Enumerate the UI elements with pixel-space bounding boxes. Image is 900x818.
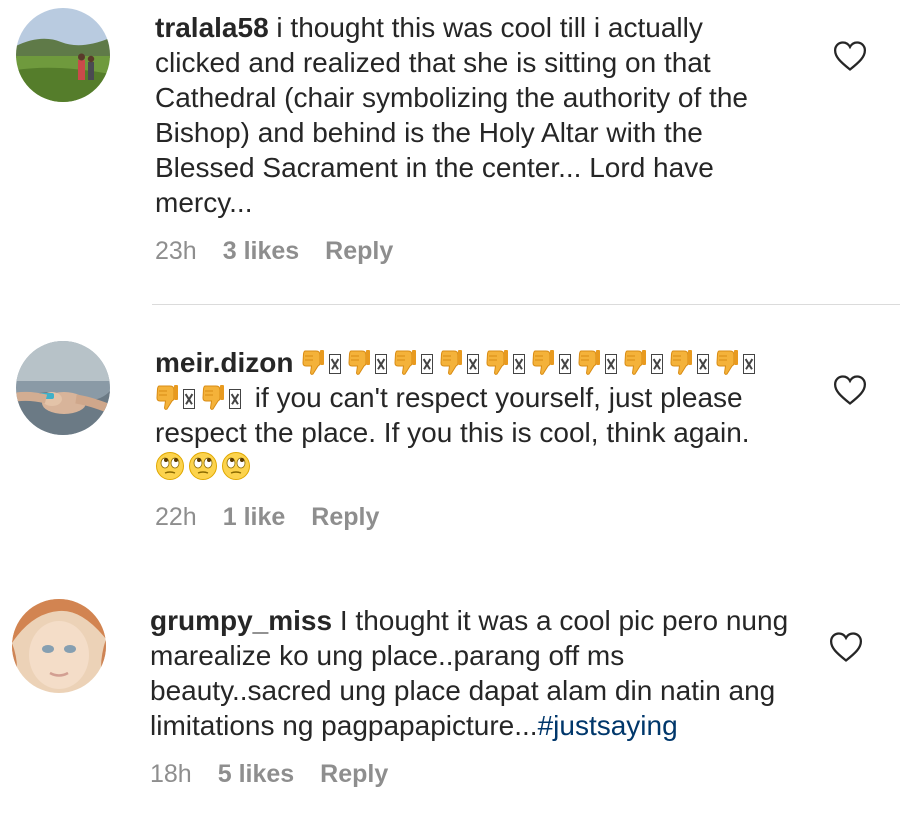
thumbs-down-icon (486, 350, 509, 375)
heart-outline-icon[interactable] (829, 631, 863, 663)
missing-glyph-icon (743, 354, 756, 374)
avatar[interactable] (12, 599, 106, 693)
missing-glyph-icon (329, 354, 342, 374)
thumbs-down-emoji-group (301, 347, 761, 378)
comment-item: grumpy_miss I thought it was a cool pic … (0, 565, 900, 818)
thumbs-down-icon (202, 385, 224, 410)
comment-meta: 18h 5 likes Reply (150, 760, 414, 789)
thumbs-down-icon (156, 385, 178, 410)
likes-count[interactable]: 1 like (223, 503, 286, 531)
rolling-eyes-icon (189, 452, 217, 480)
likes-count[interactable]: 3 likes (223, 237, 299, 265)
thumbs-down-icon (302, 350, 325, 375)
comment-text: meir.dizon if you can't respect yourself… (155, 345, 800, 485)
comment-username[interactable]: grumpy_miss (150, 605, 332, 636)
missing-glyph-icon (559, 354, 572, 374)
rolling-eyes-icon (156, 452, 184, 480)
comment-time: 18h (150, 760, 192, 788)
comment-username[interactable]: tralala58 (155, 12, 269, 43)
heart-outline-icon[interactable] (833, 40, 867, 72)
missing-glyph-icon (375, 354, 388, 374)
hashtag-link[interactable]: #justsaying (538, 710, 678, 741)
comment-time: 22h (155, 503, 197, 531)
reply-button[interactable]: Reply (311, 503, 379, 531)
avatar[interactable] (16, 341, 110, 435)
heart-outline-icon[interactable] (833, 374, 867, 406)
comment-meta: 22h 1 like Reply (155, 503, 405, 532)
thumbs-down-icon (578, 350, 601, 375)
missing-glyph-icon (513, 354, 526, 374)
missing-glyph-icon (229, 389, 241, 409)
thumbs-down-emoji-group (155, 382, 247, 413)
face-portrait-avatar (12, 599, 106, 693)
missing-glyph-icon (697, 354, 710, 374)
comment-text: tralala58 i thought this was cool till i… (155, 10, 795, 220)
comment-item: meir.dizon if you can't respect yourself… (0, 305, 900, 565)
thumbs-down-icon (394, 350, 417, 375)
comment-meta: 23h 3 likes Reply (155, 237, 419, 266)
rolling-eyes-icon (222, 452, 250, 480)
avatar[interactable] (16, 8, 110, 102)
comment-time: 23h (155, 237, 197, 265)
missing-glyph-icon (605, 354, 618, 374)
missing-glyph-icon (421, 354, 434, 374)
landscape-avatar (16, 8, 110, 102)
missing-glyph-icon (183, 389, 195, 409)
reply-button[interactable]: Reply (320, 760, 388, 788)
comment-item: tralala58 i thought this was cool till i… (0, 0, 900, 300)
thumbs-down-icon (348, 350, 371, 375)
thumbs-down-icon (624, 350, 647, 375)
missing-glyph-icon (651, 354, 664, 374)
holding-hands-avatar (16, 341, 110, 435)
thumbs-down-icon (670, 350, 693, 375)
comment-text: grumpy_miss I thought it was a cool pic … (150, 603, 800, 743)
thumbs-down-icon (532, 350, 555, 375)
thumbs-down-icon (440, 350, 463, 375)
rolling-eyes-emoji-group (155, 452, 254, 483)
reply-button[interactable]: Reply (325, 237, 393, 265)
thumbs-down-icon (716, 350, 739, 375)
comment-username[interactable]: meir.dizon (155, 347, 293, 378)
missing-glyph-icon (467, 354, 480, 374)
likes-count[interactable]: 5 likes (218, 760, 294, 788)
